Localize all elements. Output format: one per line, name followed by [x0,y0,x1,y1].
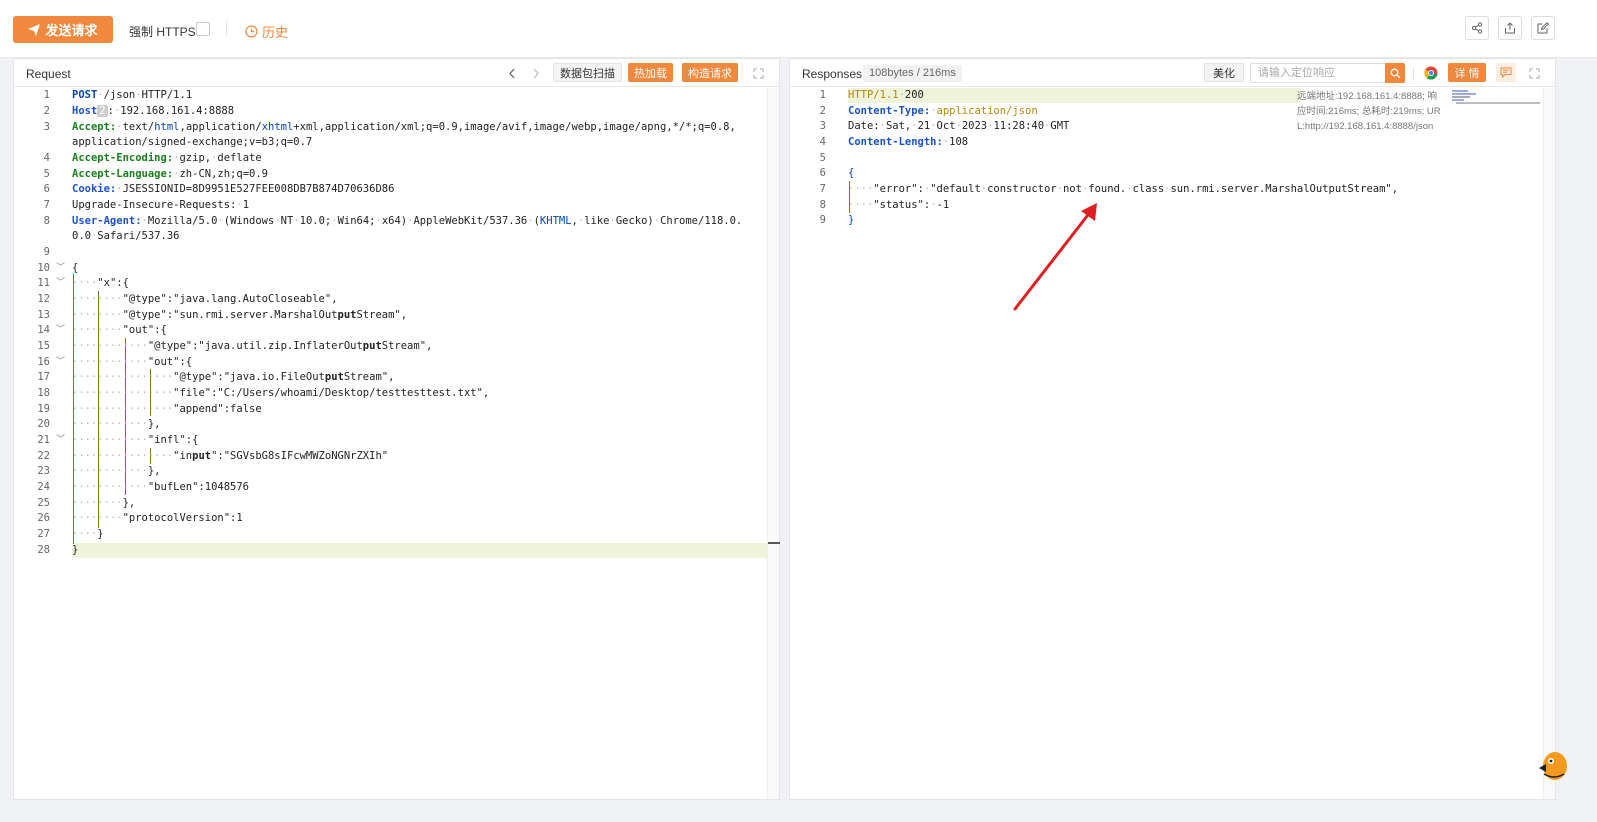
detail-label: 详 情 [1454,67,1480,80]
divider [1413,67,1414,81]
chrome-icon[interactable] [1424,66,1438,80]
beautify-button[interactable]: 美化 [1204,63,1244,82]
paper-plane-icon [28,23,41,36]
minimap[interactable] [1450,88,1540,106]
response-meta-url: L:http://192.168.161.4:8888/json [1297,121,1434,132]
send-request-button[interactable]: 发送请求 [13,16,113,43]
clock-icon [245,25,258,38]
detail-button[interactable]: 详 情 [1448,63,1486,82]
response-size-time: 108bytes / 216ms [863,65,962,82]
export-button[interactable] [1498,16,1522,40]
send-request-label: 发送请求 [45,23,98,38]
locate-response-input[interactable]: 请输入定位响应 [1250,63,1386,83]
scrollbar[interactable] [1543,88,1555,799]
edit-button[interactable] [1531,16,1555,40]
share-icon [1471,22,1483,34]
expand-icon[interactable] [753,68,764,79]
build-request-button[interactable]: 构造请求 [682,63,738,82]
response-meta-time: 应时间:216ms; 总耗时:219ms; UR [1297,106,1441,117]
mascot-icon[interactable] [1536,744,1568,784]
expand-icon[interactable] [1529,68,1540,79]
response-editor[interactable]: 1 HTTP/1.1·200 2 Content-Type:·application… [790,88,1555,799]
request-panel-header: Request 数据包扫描 热加载 构造请求 [14,59,779,87]
force-https-checkbox[interactable] [196,22,210,36]
hot-load-button[interactable]: 热加载 [628,63,673,82]
scroll-marker [768,542,780,544]
request-editor[interactable]: 1 POST·/json·HTTP/1.1 2 Host 2:·192.168.161… [14,88,780,799]
history-button[interactable]: 历史 [245,22,288,41]
response-panel: Responses 108bytes / 216ms 美化 请输入定位响应 详 … [789,58,1556,800]
comment-icon [1500,67,1512,78]
packet-scan-label: 数据包扫描 [560,67,615,80]
scrollbar[interactable] [767,88,780,799]
response-title: Responses [802,67,863,81]
annotation-arrow [1013,203,1097,311]
current-line-highlight [72,543,779,558]
build-request-label: 构造请求 [688,67,732,80]
force-https-label: 强制 HTTPS [129,25,196,39]
request-title: Request [26,67,71,81]
hot-load-label: 热加载 [634,67,667,80]
response-meta-remote: 远端地址:192.168.161.4:8888; 响 [1297,91,1437,102]
search-button[interactable] [1385,63,1405,83]
chevron-right-icon[interactable] [532,68,540,79]
beautify-label: 美化 [1213,67,1235,80]
top-toolbar: 发送请求 强制 HTTPS 历史 [0,0,1597,58]
response-panel-header: Responses 108bytes / 216ms 美化 请输入定位响应 详 … [790,59,1555,87]
share-button[interactable] [1465,16,1489,40]
request-panel: Request 数据包扫描 热加载 构造请求 1 POST·/json·HTTP/… [13,58,780,800]
search-placeholder: 请输入定位响应 [1258,67,1335,79]
divider [226,21,227,37]
packet-scan-button[interactable]: 数据包扫描 [553,63,622,82]
chevron-left-icon[interactable] [508,68,516,79]
comment-button[interactable] [1496,63,1516,82]
edit-icon [1537,22,1549,34]
export-icon [1505,22,1515,34]
history-label: 历史 [262,25,289,40]
search-icon [1390,68,1400,78]
